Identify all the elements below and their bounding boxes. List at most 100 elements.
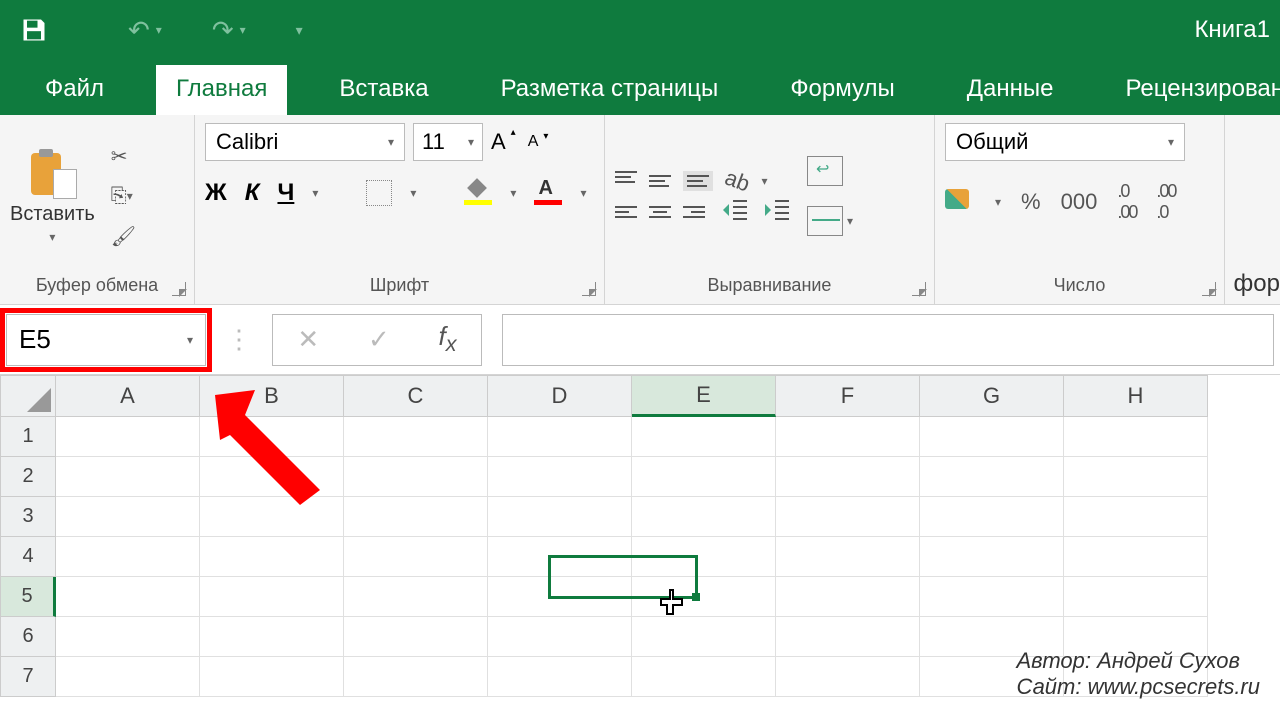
tab-page-layout[interactable]: Разметка страницы xyxy=(481,65,739,115)
increase-decimal-button[interactable]: .0.00 xyxy=(1117,181,1136,223)
orientation-button[interactable]: ab xyxy=(721,165,753,198)
row-header-6[interactable]: 6 xyxy=(0,617,56,657)
borders-button[interactable] xyxy=(366,180,392,206)
cell[interactable] xyxy=(776,497,920,537)
clipboard-dialog-launcher[interactable] xyxy=(172,282,186,296)
cell[interactable] xyxy=(920,497,1064,537)
format-painter-button[interactable]: 🖌 xyxy=(111,223,137,249)
align-top-button[interactable] xyxy=(615,179,637,183)
currency-button[interactable] xyxy=(945,189,975,215)
cell[interactable] xyxy=(56,497,200,537)
fx-icon[interactable]: fx xyxy=(439,321,457,357)
tab-review[interactable]: Рецензирование xyxy=(1105,65,1280,115)
cell[interactable] xyxy=(488,497,632,537)
row-header-7[interactable]: 7 xyxy=(0,657,56,697)
font-size-select[interactable]: 11▾ xyxy=(413,123,483,161)
cell[interactable] xyxy=(920,577,1064,617)
italic-button[interactable]: К xyxy=(245,179,260,207)
chevron-down-icon[interactable]: ▾ xyxy=(847,214,853,228)
chevron-down-icon[interactable]: ▾ xyxy=(312,186,318,200)
comma-style-button[interactable]: 000 xyxy=(1061,189,1098,215)
cell[interactable] xyxy=(488,537,632,577)
cell[interactable] xyxy=(200,417,344,457)
cell[interactable] xyxy=(200,657,344,697)
cell[interactable] xyxy=(776,417,920,457)
cell[interactable] xyxy=(776,457,920,497)
cell[interactable] xyxy=(56,457,200,497)
col-header-D[interactable]: D xyxy=(488,375,632,417)
cell[interactable] xyxy=(1064,417,1208,457)
increase-font-button[interactable]: А xyxy=(491,129,506,155)
merge-cells-button[interactable] xyxy=(807,206,843,236)
cell[interactable] xyxy=(344,537,488,577)
cell[interactable] xyxy=(776,577,920,617)
col-header-A[interactable]: A xyxy=(56,375,200,417)
customize-qat-button[interactable]: ▾ xyxy=(296,22,303,39)
tab-data[interactable]: Данные xyxy=(947,65,1074,115)
tab-home[interactable]: Главная xyxy=(156,65,287,115)
chevron-down-icon[interactable]: ▾ xyxy=(510,186,516,200)
percent-button[interactable]: % xyxy=(1021,189,1041,215)
cancel-icon[interactable]: ✕ xyxy=(297,324,319,355)
align-center-button[interactable] xyxy=(649,206,671,218)
increase-indent-button[interactable] xyxy=(759,200,789,224)
cell[interactable] xyxy=(200,537,344,577)
chevron-down-icon[interactable]: ▾ xyxy=(468,135,474,149)
cell[interactable] xyxy=(200,497,344,537)
cell[interactable] xyxy=(344,617,488,657)
cell[interactable] xyxy=(488,457,632,497)
decrease-font-button[interactable]: А xyxy=(528,133,539,151)
align-bottom-button[interactable] xyxy=(683,171,713,191)
font-dialog-launcher[interactable] xyxy=(582,282,596,296)
cell[interactable] xyxy=(344,417,488,457)
chevron-down-icon[interactable]: ▾ xyxy=(761,174,767,188)
cell[interactable] xyxy=(632,497,776,537)
col-header-H[interactable]: H xyxy=(1064,375,1208,417)
col-header-E[interactable]: E xyxy=(632,375,776,417)
select-all-corner[interactable] xyxy=(0,375,56,417)
cell[interactable] xyxy=(488,657,632,697)
fill-color-button[interactable] xyxy=(464,181,492,205)
col-header-B[interactable]: B xyxy=(200,375,344,417)
cut-button[interactable]: ✂ xyxy=(111,143,137,169)
chevron-down-icon[interactable]: ▾ xyxy=(1168,135,1174,149)
cell[interactable] xyxy=(632,657,776,697)
row-header-3[interactable]: 3 xyxy=(0,497,56,537)
cell[interactable] xyxy=(488,617,632,657)
cell[interactable] xyxy=(56,417,200,457)
paste-button[interactable]: Вставить ▾ xyxy=(10,149,95,244)
cell[interactable] xyxy=(920,457,1064,497)
chevron-down-icon[interactable]: ▾ xyxy=(410,186,416,200)
chevron-down-icon[interactable]: ▾ xyxy=(580,186,586,200)
cell[interactable] xyxy=(488,417,632,457)
cell[interactable] xyxy=(1064,537,1208,577)
cell[interactable] xyxy=(56,617,200,657)
col-header-F[interactable]: F xyxy=(776,375,920,417)
cell[interactable] xyxy=(344,497,488,537)
enter-icon[interactable]: ✓ xyxy=(368,324,390,355)
col-header-C[interactable]: C xyxy=(344,375,488,417)
cell[interactable] xyxy=(776,537,920,577)
cell[interactable] xyxy=(488,577,632,617)
save-icon[interactable] xyxy=(20,16,48,44)
bold-button[interactable]: Ж xyxy=(205,179,227,207)
chevron-down-icon[interactable]: ▾ xyxy=(995,195,1001,209)
row-header-2[interactable]: 2 xyxy=(0,457,56,497)
cell[interactable] xyxy=(776,617,920,657)
cell[interactable] xyxy=(344,457,488,497)
number-dialog-launcher[interactable] xyxy=(1202,282,1216,296)
cell[interactable] xyxy=(1064,497,1208,537)
row-header-1[interactable]: 1 xyxy=(0,417,56,457)
chevron-down-icon[interactable]: ▾ xyxy=(49,230,55,244)
cell[interactable] xyxy=(344,657,488,697)
cell[interactable] xyxy=(200,457,344,497)
undo-button[interactable]: ↶▾ xyxy=(128,15,162,46)
cell[interactable] xyxy=(1064,457,1208,497)
row-header-5[interactable]: 5 xyxy=(0,577,56,617)
col-header-G[interactable]: G xyxy=(920,375,1064,417)
wrap-text-button[interactable] xyxy=(807,156,843,186)
cell[interactable] xyxy=(56,537,200,577)
cell[interactable] xyxy=(632,577,776,617)
chevron-down-icon[interactable]: ▾ xyxy=(388,135,394,149)
align-right-button[interactable] xyxy=(683,206,705,218)
